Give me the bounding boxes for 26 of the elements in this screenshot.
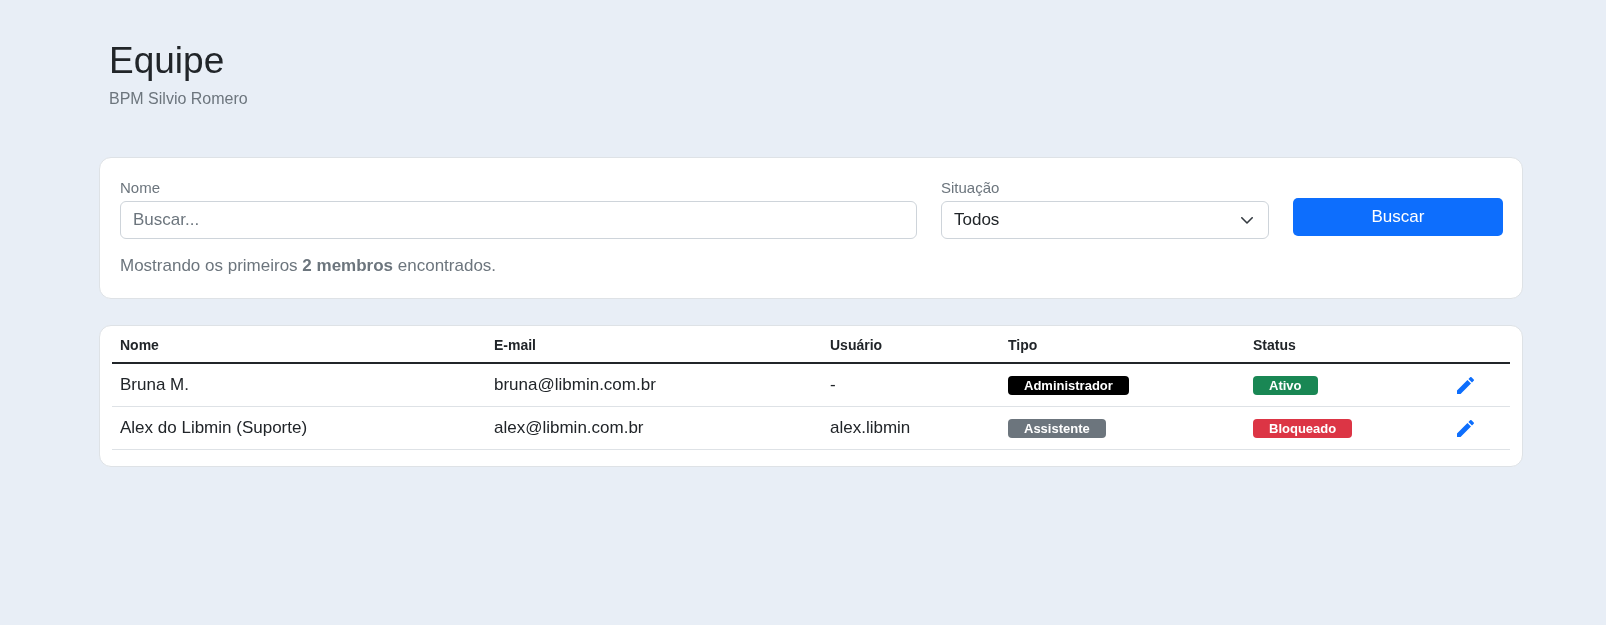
status-dropdown[interactable]: Todos <box>941 201 1269 239</box>
page-subtitle: BPM Silvio Romero <box>109 89 248 109</box>
status-badge: Ativo <box>1253 376 1318 395</box>
table-cell: Bruna M. <box>112 363 486 407</box>
column-header: Usuário <box>822 329 1000 363</box>
column-header: E-mail <box>486 329 822 363</box>
column-header: Nome <box>112 329 486 363</box>
status-badge: Bloqueado <box>1253 419 1353 438</box>
table-cell: bruna@libmin.com.br <box>486 363 822 407</box>
column-header: Tipo <box>1000 329 1245 363</box>
field-label: Nome <box>120 178 160 198</box>
table-cell: alex@libmin.com.br <box>486 406 822 450</box>
search-field[interactable]: Buscar... <box>120 201 917 239</box>
pencil-icon[interactable] <box>1457 420 1474 437</box>
role-badge: Administrador <box>1008 376 1129 395</box>
chevron-down-icon <box>1241 216 1253 224</box>
column-header: Status <box>1245 329 1421 363</box>
role-badge: Assistente <box>1008 419 1106 438</box>
search-button[interactable]: Buscar <box>1293 198 1503 236</box>
table-cell: - <box>822 363 1000 407</box>
pencil-icon[interactable] <box>1457 377 1474 394</box>
table-cell: Alex do Libmin (Suporte) <box>112 406 486 450</box>
table-cell: alex.libmin <box>822 406 1000 450</box>
results-summary: Mostrando os primeiros 2 membros encontrados. <box>120 255 497 277</box>
page-title: Equipe <box>109 39 225 83</box>
field-label: Situação <box>941 178 1000 198</box>
